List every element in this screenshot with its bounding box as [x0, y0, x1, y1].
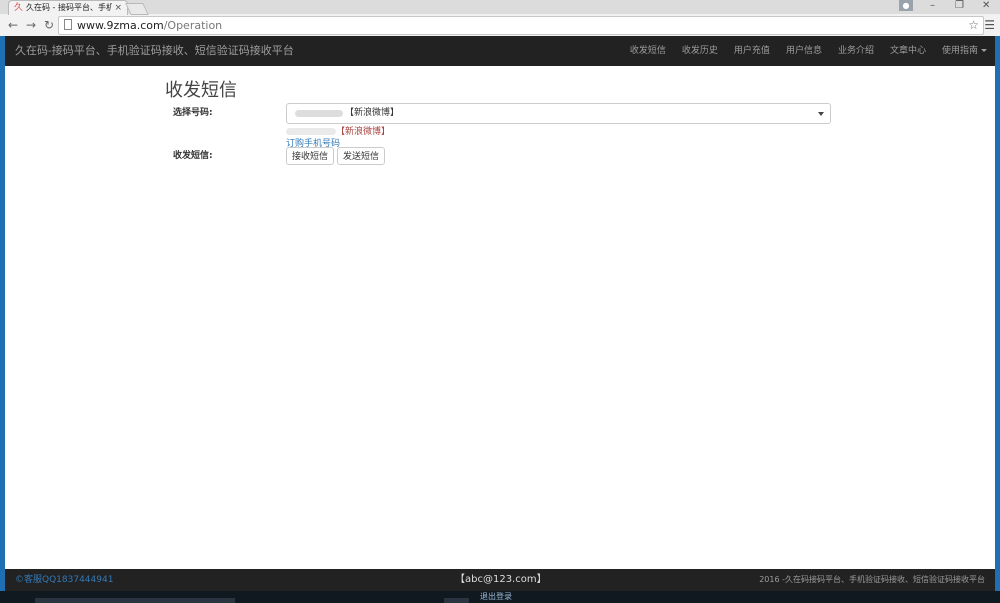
close-icon[interactable]: ✕	[982, 0, 990, 12]
footer-copyright: 2016 -久在码接码平台、手机验证码接收、短信验证码接收平台	[759, 575, 985, 584]
tab-strip: 久 久在码 - 接码平台、手机 × ● – ❐ ✕	[0, 0, 1000, 15]
dropdown-caret-icon	[981, 49, 987, 52]
nav-guide-label: 使用指南	[941, 46, 978, 56]
number-select[interactable]: 【新浪微博】	[286, 103, 831, 124]
restore-icon[interactable]: ❐	[955, 0, 964, 12]
page-icon	[64, 19, 72, 30]
tab-close-icon[interactable]: ×	[114, 1, 122, 15]
taskbar-item[interactable]	[35, 598, 235, 603]
browser-chrome: 久 久在码 - 接码平台、手机 × ● – ❐ ✕ ← → ↻ www.9zma…	[0, 0, 1000, 36]
footer-support-qq[interactable]: ©客服QQ1837444941	[15, 569, 113, 591]
favicon-icon: 久	[14, 3, 24, 13]
selected-service: 【新浪微博】	[336, 127, 391, 137]
taskbar-text: 退出登录	[480, 592, 512, 601]
number-select-value: 【新浪微博】	[345, 108, 400, 118]
menu-icon[interactable]: ☰	[984, 18, 995, 32]
select-number-label: 选择号码:	[173, 108, 213, 118]
nav-articles[interactable]: 文章中心	[882, 36, 934, 66]
site-brand[interactable]: 久在码-接码平台、手机验证码接收、短信验证码接收平台	[15, 36, 294, 66]
nav-recharge[interactable]: 用户充值	[726, 36, 778, 66]
footer-email: 【abc@123.com】	[455, 574, 547, 585]
nav-business[interactable]: 业务介绍	[830, 36, 882, 66]
site-footer: ©客服QQ1837444941 【abc@123.com】 2016 -久在码接…	[5, 569, 995, 591]
select-arrow-icon	[818, 112, 824, 116]
browser-tab[interactable]: 久 久在码 - 接码平台、手机 ×	[8, 0, 128, 15]
user-icon[interactable]: ●	[899, 0, 913, 11]
star-icon[interactable]: ☆	[968, 17, 979, 34]
taskbar-item[interactable]	[444, 598, 469, 603]
browser-toolbar: ← → ↻ www.9zma.com/Operation ☆ ☰	[0, 14, 1000, 36]
url-host: www.9zma.com	[77, 19, 164, 32]
main-content: 收发短信 选择号码: 【新浪微博】 【新浪微博】 订购手机号码 收发短信: 接收…	[5, 66, 995, 569]
redacted-number	[295, 110, 343, 117]
redacted-selected-number	[286, 128, 336, 135]
forward-icon[interactable]: →	[26, 18, 36, 32]
url-path: /Operation	[163, 19, 223, 32]
back-icon[interactable]: ←	[8, 18, 18, 32]
nav-links: 收发短信 收发历史 用户充值 用户信息 业务介绍 文章中心 使用指南	[622, 36, 995, 66]
nav-send-receive[interactable]: 收发短信	[622, 36, 674, 66]
nav-guide[interactable]: 使用指南	[934, 36, 995, 66]
nav-user-info[interactable]: 用户信息	[778, 36, 830, 66]
minimize-icon[interactable]: –	[930, 0, 935, 12]
receive-sms-button[interactable]: 接收短信	[286, 147, 335, 165]
address-bar[interactable]: www.9zma.com/Operation ☆	[58, 16, 984, 35]
site-navbar: 久在码-接码平台、手机验证码接收、短信验证码接收平台 收发短信 收发历史 用户充…	[5, 36, 995, 66]
nav-history[interactable]: 收发历史	[674, 36, 726, 66]
reload-icon[interactable]: ↻	[44, 18, 54, 32]
watermark-url: jingyan.baidu.com	[768, 533, 916, 552]
sms-label: 收发短信:	[173, 151, 213, 161]
tab-title: 久在码 - 接码平台、手机	[26, 3, 112, 12]
page-title: 收发短信	[165, 80, 237, 101]
send-sms-button[interactable]: 发送短信	[337, 147, 386, 165]
